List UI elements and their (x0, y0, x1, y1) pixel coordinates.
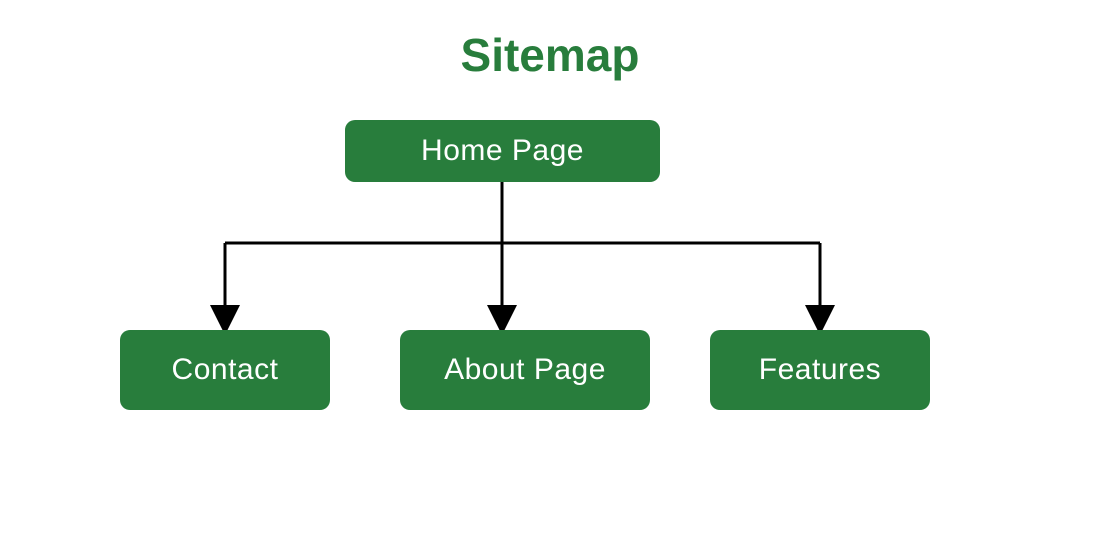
node-label: Features (759, 353, 881, 387)
node-home-page: Home Page (345, 120, 660, 182)
node-label: About Page (444, 353, 606, 387)
diagram-title: Sitemap (0, 28, 1100, 82)
connector-lines (0, 0, 1100, 554)
node-about-page: About Page (400, 330, 650, 410)
node-features: Features (710, 330, 930, 410)
node-label: Home Page (421, 134, 584, 168)
node-label: Contact (172, 353, 279, 387)
node-contact: Contact (120, 330, 330, 410)
